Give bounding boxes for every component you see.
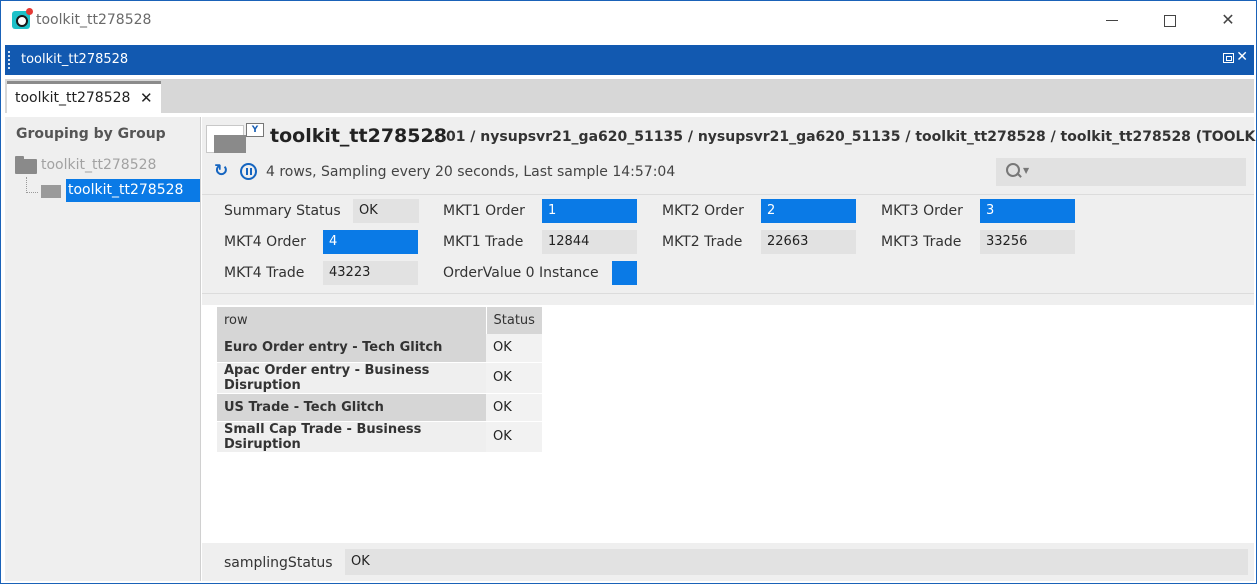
- minimize-button[interactable]: [1089, 1, 1135, 39]
- sampling-info: 4 rows, Sampling every 20 seconds, Last …: [266, 164, 676, 180]
- close-icon: ✕: [1221, 10, 1235, 29]
- application-window: toolkit_tt278528 ✕ toolkit_tt278528 ✕ to…: [0, 0, 1257, 584]
- mkt2-order-value: 2: [761, 199, 856, 223]
- table-cell-row: Apac Order entry - Business Disruption: [217, 362, 486, 394]
- tab-bar: toolkit_tt278528 ✕: [5, 79, 1254, 113]
- sidebar-heading: Grouping by Group: [16, 126, 166, 142]
- refresh-icon[interactable]: ↻: [214, 163, 230, 180]
- tab-label: toolkit_tt278528: [15, 90, 131, 106]
- divider: [202, 194, 1254, 195]
- panel-title: toolkit_tt278528: [21, 52, 129, 67]
- mkt3-trade-value: 33256: [980, 230, 1075, 254]
- mkt4-trade-label: MKT4 Trade: [224, 265, 305, 281]
- sidebar: Grouping by Group toolkit_tt278528 toolk…: [5, 117, 201, 581]
- mkt2-trade-label: MKT2 Trade: [662, 234, 743, 250]
- table-cell-status: OK: [486, 334, 543, 363]
- main-panel: Y toolkit_tt278528 ...01 / nysupsvr21_ga…: [202, 117, 1257, 581]
- table-cell-status: OK: [486, 421, 543, 453]
- app-icon: [12, 8, 33, 29]
- mkt2-trade-value: 22663: [761, 230, 856, 254]
- tree-child-label: toolkit_tt278528: [66, 179, 200, 202]
- order-value-instance-label: OrderValue 0 Instance: [443, 265, 599, 281]
- os-title-bar: toolkit_tt278528 ✕: [1, 1, 1256, 41]
- window-title: toolkit_tt278528: [36, 12, 152, 28]
- mkt2-order-label: MKT2 Order: [662, 203, 744, 219]
- mkt4-trade-value: 43223: [323, 261, 418, 285]
- panel-close-icon[interactable]: ✕: [1236, 49, 1248, 65]
- sampling-status-value: OK: [345, 549, 1248, 575]
- maximize-button[interactable]: [1147, 1, 1193, 39]
- search-input[interactable]: ▼: [996, 158, 1246, 186]
- summary-status-value: OK: [353, 199, 419, 223]
- breadcrumb: ...01 / nysupsvr21_ga620_51135 / nysupsv…: [430, 129, 1257, 145]
- page-title: toolkit_tt278528: [270, 125, 447, 147]
- mkt3-order-value: 3: [980, 199, 1075, 223]
- mkt3-order-label: MKT3 Order: [881, 203, 963, 219]
- folder-icon: [206, 125, 246, 153]
- table-cell-row: Small Cap Trade - Business Dsiruption: [217, 421, 486, 453]
- minimize-icon: [1106, 20, 1118, 21]
- mkt4-order-value: 4: [323, 230, 418, 254]
- sampling-status-label: samplingStatus: [224, 555, 333, 571]
- maximize-icon: [1164, 14, 1176, 27]
- folder-icon: [15, 156, 37, 174]
- filter-icon[interactable]: Y: [246, 123, 264, 137]
- order-value-instance-value: [612, 261, 637, 285]
- drag-grip-icon[interactable]: [8, 51, 10, 69]
- table-row[interactable]: US Trade - Tech Glitch OK: [217, 393, 543, 422]
- chevron-down-icon: ▼: [1023, 166, 1030, 175]
- tab-close-icon[interactable]: ✕: [140, 89, 153, 107]
- tree-root-label: toolkit_tt278528: [41, 157, 157, 173]
- table-header-row: row Status: [217, 307, 543, 334]
- table-cell-row: US Trade - Tech Glitch: [217, 393, 486, 422]
- mkt1-trade-label: MKT1 Trade: [443, 234, 524, 250]
- notification-dot-icon: [26, 8, 33, 15]
- mkt4-order-label: MKT4 Order: [224, 234, 306, 250]
- column-header-status[interactable]: Status: [486, 307, 543, 334]
- mkt1-trade-value: 12844: [542, 230, 637, 254]
- tree-connector: [26, 177, 38, 193]
- mkt1-order-label: MKT1 Order: [443, 203, 525, 219]
- status-table: row Status Euro Order entry - Tech Glitc…: [217, 307, 543, 453]
- folder-icon: [41, 185, 61, 198]
- table-row[interactable]: Small Cap Trade - Business Dsiruption OK: [217, 421, 543, 453]
- tab-toolkit[interactable]: toolkit_tt278528 ✕: [7, 81, 161, 113]
- tree-child-item[interactable]: toolkit_tt278528: [41, 179, 201, 202]
- table-cell-status: OK: [486, 362, 543, 394]
- panel-restore-icon[interactable]: [1223, 53, 1234, 63]
- mkt1-order-value: 1: [542, 199, 637, 223]
- table-row[interactable]: Apac Order entry - Business Disruption O…: [217, 362, 543, 394]
- column-header-row[interactable]: row: [217, 307, 487, 334]
- divider: [202, 293, 1254, 294]
- table-row[interactable]: Euro Order entry - Tech Glitch OK: [217, 334, 543, 363]
- close-button[interactable]: ✕: [1205, 1, 1251, 39]
- summary-status-label: Summary Status: [224, 203, 341, 219]
- table-cell-row: Euro Order entry - Tech Glitch: [217, 334, 486, 363]
- pause-icon[interactable]: [240, 163, 257, 180]
- table-cell-status: OK: [486, 393, 543, 422]
- mkt3-trade-label: MKT3 Trade: [881, 234, 962, 250]
- panel-header: toolkit_tt278528 ✕: [5, 45, 1254, 75]
- table-area: row Status Euro Order entry - Tech Glitc…: [202, 305, 1254, 543]
